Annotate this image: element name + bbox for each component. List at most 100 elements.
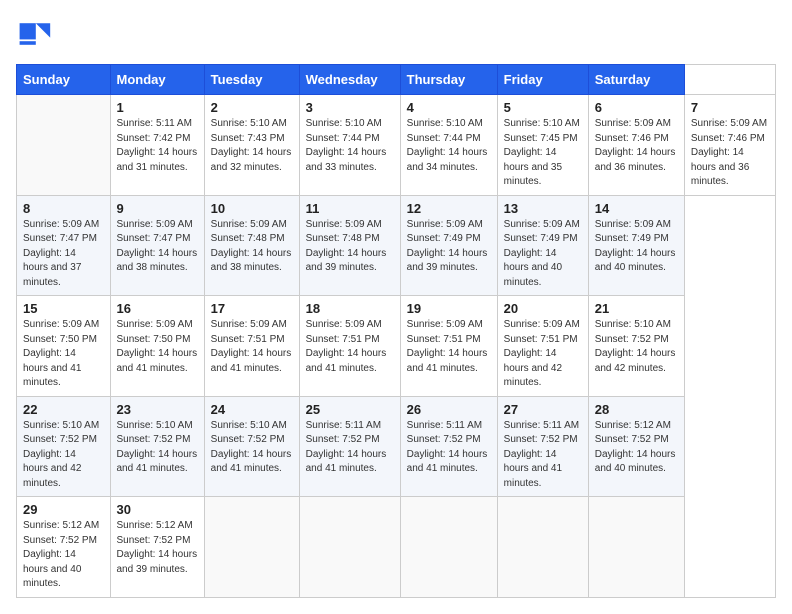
calendar-cell: 1 Sunrise: 5:11 AMSunset: 7:42 PMDaylight… bbox=[110, 95, 204, 196]
day-number: 26 bbox=[407, 402, 491, 417]
day-info: Sunrise: 5:09 AMSunset: 7:49 PMDaylight:… bbox=[595, 218, 678, 276]
day-info: Sunrise: 5:10 AMSunset: 7:43 PMDaylight:… bbox=[211, 117, 293, 175]
calendar-cell: 7 Sunrise: 5:09 AMSunset: 7:46 PMDaylight… bbox=[684, 95, 775, 196]
day-number: 18 bbox=[306, 301, 394, 316]
day-info: Sunrise: 5:09 AMSunset: 7:46 PMDaylight:… bbox=[691, 117, 769, 190]
day-info: Sunrise: 5:12 AMSunset: 7:52 PMDaylight:… bbox=[117, 519, 198, 577]
day-number: 15 bbox=[23, 301, 104, 316]
calendar-cell: 19 Sunrise: 5:09 AMSunset: 7:51 PMDayligh… bbox=[400, 296, 497, 397]
calendar-cell: 6 Sunrise: 5:09 AMSunset: 7:46 PMDaylight… bbox=[588, 95, 684, 196]
day-number: 12 bbox=[407, 201, 491, 216]
day-number: 23 bbox=[117, 402, 198, 417]
day-number: 11 bbox=[306, 201, 394, 216]
calendar-week-3: 22 Sunrise: 5:10 AMSunset: 7:52 PMDayligh… bbox=[17, 396, 776, 497]
header-wednesday: Wednesday bbox=[299, 65, 400, 95]
day-number: 10 bbox=[211, 201, 293, 216]
day-number: 28 bbox=[595, 402, 678, 417]
header-thursday: Thursday bbox=[400, 65, 497, 95]
day-info: Sunrise: 5:09 AMSunset: 7:48 PMDaylight:… bbox=[306, 218, 394, 276]
calendar-cell bbox=[17, 95, 111, 196]
header-friday: Friday bbox=[497, 65, 588, 95]
calendar-cell: 22Sunrise: 5:10 AMSunset: 7:52 PMDayligh… bbox=[17, 396, 111, 497]
day-number: 3 bbox=[306, 100, 394, 115]
calendar-cell: 27Sunrise: 5:11 AMSunset: 7:52 PMDayligh… bbox=[497, 396, 588, 497]
calendar-cell bbox=[497, 497, 588, 598]
calendar-cell: 29Sunrise: 5:12 AMSunset: 7:52 PMDayligh… bbox=[17, 497, 111, 598]
day-info: Sunrise: 5:09 AMSunset: 7:49 PMDaylight:… bbox=[504, 218, 582, 291]
day-info: Sunrise: 5:09 AMSunset: 7:48 PMDaylight:… bbox=[211, 218, 293, 276]
day-number: 29 bbox=[23, 502, 104, 517]
calendar-cell: 12 Sunrise: 5:09 AMSunset: 7:49 PMDayligh… bbox=[400, 195, 497, 296]
day-info: Sunrise: 5:09 AMSunset: 7:51 PMDaylight:… bbox=[504, 318, 582, 391]
logo-icon bbox=[16, 16, 52, 52]
calendar-cell: 15 Sunrise: 5:09 AMSunset: 7:50 PMDayligh… bbox=[17, 296, 111, 397]
calendar-cell: 5Sunrise: 5:10 AMSunset: 7:45 PMDaylight… bbox=[497, 95, 588, 196]
page-header bbox=[16, 16, 776, 52]
calendar-cell: 11 Sunrise: 5:09 AMSunset: 7:48 PMDayligh… bbox=[299, 195, 400, 296]
calendar-cell bbox=[588, 497, 684, 598]
day-number: 7 bbox=[691, 100, 769, 115]
calendar-cell: 3 Sunrise: 5:10 AMSunset: 7:44 PMDaylight… bbox=[299, 95, 400, 196]
day-number: 19 bbox=[407, 301, 491, 316]
header-sunday: Sunday bbox=[17, 65, 111, 95]
day-info: Sunrise: 5:09 AMSunset: 7:47 PMDaylight:… bbox=[23, 218, 104, 291]
header-tuesday: Tuesday bbox=[204, 65, 299, 95]
day-info: Sunrise: 5:09 AMSunset: 7:50 PMDaylight:… bbox=[23, 318, 104, 391]
day-info: Sunrise: 5:10 AMSunset: 7:52 PMDaylight:… bbox=[211, 419, 293, 477]
calendar-cell: 2Sunrise: 5:10 AMSunset: 7:43 PMDaylight… bbox=[204, 95, 299, 196]
day-number: 21 bbox=[595, 301, 678, 316]
day-number: 14 bbox=[595, 201, 678, 216]
calendar-table: SundayMondayTuesdayWednesdayThursdayFrid… bbox=[16, 64, 776, 598]
day-number: 8 bbox=[23, 201, 104, 216]
day-info: Sunrise: 5:10 AMSunset: 7:45 PMDaylight:… bbox=[504, 117, 582, 190]
calendar-cell: 13 Sunrise: 5:09 AMSunset: 7:49 PMDayligh… bbox=[497, 195, 588, 296]
day-info: Sunrise: 5:09 AMSunset: 7:49 PMDaylight:… bbox=[407, 218, 491, 276]
day-number: 24 bbox=[211, 402, 293, 417]
calendar-cell: 25 Sunrise: 5:11 AMSunset: 7:52 PMDayligh… bbox=[299, 396, 400, 497]
calendar-cell: 24 Sunrise: 5:10 AMSunset: 7:52 PMDayligh… bbox=[204, 396, 299, 497]
calendar-cell bbox=[299, 497, 400, 598]
header-saturday: Saturday bbox=[588, 65, 684, 95]
calendar-week-0: 1 Sunrise: 5:11 AMSunset: 7:42 PMDaylight… bbox=[17, 95, 776, 196]
calendar-cell: 23 Sunrise: 5:10 AMSunset: 7:52 PMDayligh… bbox=[110, 396, 204, 497]
calendar-cell: 28 Sunrise: 5:12 AMSunset: 7:52 PMDayligh… bbox=[588, 396, 684, 497]
day-number: 27 bbox=[504, 402, 582, 417]
day-number: 22 bbox=[23, 402, 104, 417]
calendar-cell: 20Sunrise: 5:09 AMSunset: 7:51 PMDayligh… bbox=[497, 296, 588, 397]
day-number: 9 bbox=[117, 201, 198, 216]
day-number: 13 bbox=[504, 201, 582, 216]
header-monday: Monday bbox=[110, 65, 204, 95]
day-info: Sunrise: 5:09 AMSunset: 7:51 PMDaylight:… bbox=[211, 318, 293, 376]
day-info: Sunrise: 5:09 AMSunset: 7:46 PMDaylight:… bbox=[595, 117, 678, 175]
calendar-cell: 17 Sunrise: 5:09 AMSunset: 7:51 PMDayligh… bbox=[204, 296, 299, 397]
calendar-cell: 14 Sunrise: 5:09 AMSunset: 7:49 PMDayligh… bbox=[588, 195, 684, 296]
day-info: Sunrise: 5:10 AMSunset: 7:52 PMDaylight:… bbox=[117, 419, 198, 477]
calendar-cell: 26 Sunrise: 5:11 AMSunset: 7:52 PMDayligh… bbox=[400, 396, 497, 497]
day-info: Sunrise: 5:10 AMSunset: 7:44 PMDaylight:… bbox=[306, 117, 394, 175]
calendar-cell bbox=[204, 497, 299, 598]
day-number: 17 bbox=[211, 301, 293, 316]
calendar-cell: 30Sunrise: 5:12 AMSunset: 7:52 PMDayligh… bbox=[110, 497, 204, 598]
day-info: Sunrise: 5:10 AMSunset: 7:44 PMDaylight:… bbox=[407, 117, 491, 175]
day-number: 6 bbox=[595, 100, 678, 115]
calendar-cell: 10 Sunrise: 5:09 AMSunset: 7:48 PMDayligh… bbox=[204, 195, 299, 296]
calendar-cell: 4 Sunrise: 5:10 AMSunset: 7:44 PMDaylight… bbox=[400, 95, 497, 196]
day-info: Sunrise: 5:09 AMSunset: 7:51 PMDaylight:… bbox=[407, 318, 491, 376]
calendar-cell: 21Sunrise: 5:10 AMSunset: 7:52 PMDayligh… bbox=[588, 296, 684, 397]
calendar-cell: 9 Sunrise: 5:09 AMSunset: 7:47 PMDaylight… bbox=[110, 195, 204, 296]
day-info: Sunrise: 5:09 AMSunset: 7:50 PMDaylight:… bbox=[117, 318, 198, 376]
day-info: Sunrise: 5:11 AMSunset: 7:52 PMDaylight:… bbox=[407, 419, 491, 477]
logo bbox=[16, 16, 56, 52]
calendar-cell: 16Sunrise: 5:09 AMSunset: 7:50 PMDayligh… bbox=[110, 296, 204, 397]
day-info: Sunrise: 5:11 AMSunset: 7:42 PMDaylight:… bbox=[117, 117, 198, 175]
day-number: 4 bbox=[407, 100, 491, 115]
calendar-week-2: 15 Sunrise: 5:09 AMSunset: 7:50 PMDayligh… bbox=[17, 296, 776, 397]
day-number: 25 bbox=[306, 402, 394, 417]
day-info: Sunrise: 5:09 AMSunset: 7:47 PMDaylight:… bbox=[117, 218, 198, 276]
day-info: Sunrise: 5:11 AMSunset: 7:52 PMDaylight:… bbox=[306, 419, 394, 477]
calendar-cell bbox=[400, 497, 497, 598]
day-info: Sunrise: 5:12 AMSunset: 7:52 PMDaylight:… bbox=[595, 419, 678, 477]
calendar-cell: 8 Sunrise: 5:09 AMSunset: 7:47 PMDaylight… bbox=[17, 195, 111, 296]
calendar-header-row: SundayMondayTuesdayWednesdayThursdayFrid… bbox=[17, 65, 776, 95]
day-number: 1 bbox=[117, 100, 198, 115]
